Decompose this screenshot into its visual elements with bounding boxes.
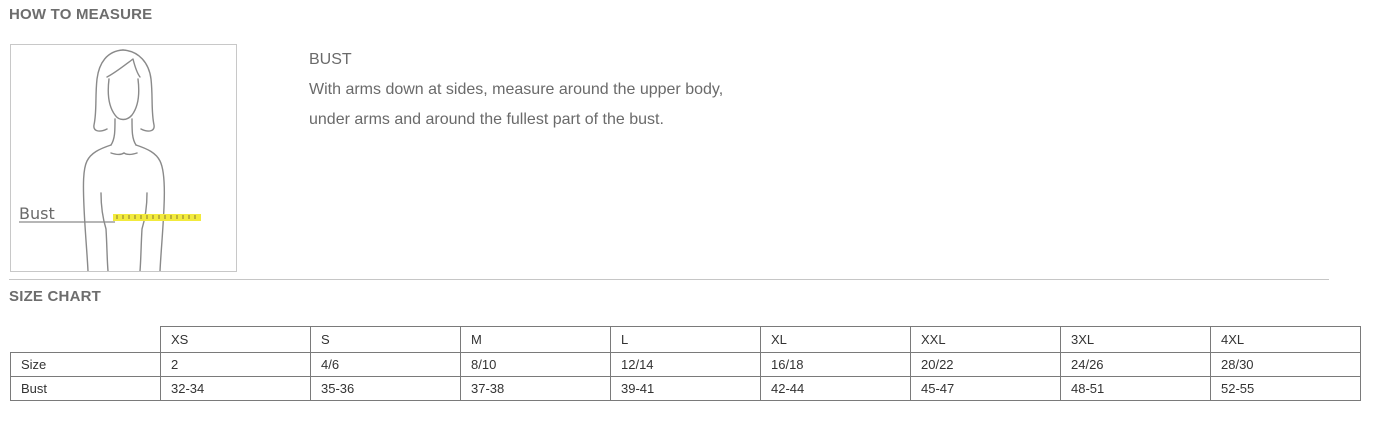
- table-cell: 16/18: [760, 352, 911, 377]
- body-figure-icon: Bust: [19, 49, 201, 271]
- measuring-tape: [113, 214, 201, 221]
- table-cell: 8/10: [460, 352, 611, 377]
- table-cell: 4/6: [310, 352, 461, 377]
- size-chart-table: XS S M L XL XXL 3XL 4XL Size 2 4/6 8/10 …: [10, 326, 1361, 401]
- column-header: XXL: [910, 326, 1061, 353]
- column-header: XL: [760, 326, 911, 353]
- table-cell: 35-36: [310, 376, 461, 401]
- table-row: Bust 32-34 35-36 37-38 39-41 42-44 45-47…: [10, 376, 1361, 401]
- table-cell: 52-55: [1210, 376, 1361, 401]
- column-header: XS: [160, 326, 311, 353]
- table-cell: 2: [160, 352, 311, 377]
- table-cell: 12/14: [610, 352, 761, 377]
- bust-figure-label: Bust: [19, 204, 55, 223]
- table-cell: 42-44: [760, 376, 911, 401]
- table-corner-cell: [10, 326, 161, 353]
- table-cell: 45-47: [910, 376, 1061, 401]
- table-cell: 39-41: [610, 376, 761, 401]
- column-header: 4XL: [1210, 326, 1361, 353]
- table-cell: 37-38: [460, 376, 611, 401]
- row-label-bust: Bust: [10, 376, 161, 401]
- column-header: 3XL: [1060, 326, 1211, 353]
- size-chart-heading: SIZE CHART: [9, 288, 101, 305]
- column-header: S: [310, 326, 461, 353]
- table-header-row: XS S M L XL XXL 3XL 4XL: [10, 326, 1361, 353]
- measure-title: BUST: [309, 51, 352, 68]
- measure-instruction-line-2: under arms and around the fullest part o…: [309, 111, 664, 128]
- table-cell: 28/30: [1210, 352, 1361, 377]
- table-cell: 24/26: [1060, 352, 1211, 377]
- row-label-size: Size: [10, 352, 161, 377]
- column-header: M: [460, 326, 611, 353]
- measure-instruction-line-1: With arms down at sides, measure around …: [309, 81, 724, 98]
- how-to-measure-heading: HOW TO MEASURE: [9, 6, 153, 23]
- bust-measure-illustration: Bust: [10, 44, 237, 272]
- table-row: Size 2 4/6 8/10 12/14 16/18 20/22 24/26 …: [10, 352, 1361, 377]
- column-header: L: [610, 326, 761, 353]
- table-cell: 20/22: [910, 352, 1061, 377]
- table-cell: 48-51: [1060, 376, 1211, 401]
- table-cell: 32-34: [160, 376, 311, 401]
- section-divider: [9, 279, 1329, 280]
